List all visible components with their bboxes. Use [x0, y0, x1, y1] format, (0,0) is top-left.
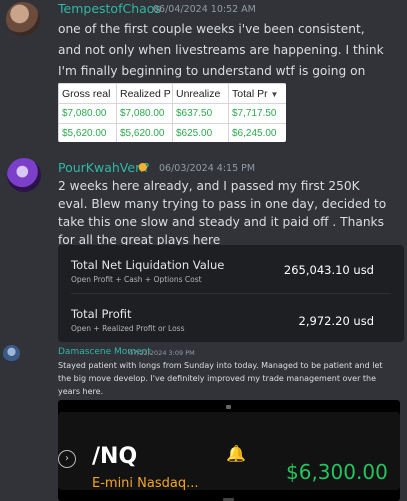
chevron-right-icon: ›	[58, 450, 76, 468]
spreadsheet-screenshot[interactable]: Gross real Realized P Unrealize Total Pr…	[58, 83, 286, 142]
avatar[interactable]	[6, 2, 40, 36]
triangle-down-icon: ▼	[270, 89, 279, 99]
message-line: Stayed patient with longs from Sunday in…	[58, 361, 383, 370]
total-profit-value: 2,972.20 usd	[298, 314, 374, 328]
table-cell: $7,717.50	[228, 103, 286, 124]
message-line: one of the first couple weeks i've been …	[58, 22, 365, 36]
column-header: Unrealize	[172, 83, 229, 104]
message-line: the big move develop. I've definitely im…	[58, 374, 377, 383]
quote-row: /NQ 🔔 E-mini Nasdaq... $6,300.00	[58, 412, 400, 491]
column-header: Gross real	[58, 83, 117, 104]
avatar[interactable]	[7, 158, 41, 192]
table-cell: $7,080.00	[58, 103, 117, 124]
avatar[interactable]	[3, 345, 20, 362]
timestamp: 06/04/2024 10:52 AM	[153, 4, 256, 15]
table-cell: $5,620.00	[116, 123, 173, 142]
table-row: $5,620.00 $5,620.00 $625.00 $6,245.00	[58, 123, 286, 142]
column-header: Realized P	[116, 83, 173, 104]
bell-icon: 🔔	[226, 444, 246, 463]
net-liquidation-subtitle: Open Profit + Cash + Options Cost	[71, 275, 202, 284]
timestamp: 07/22/2024 3:09 PM	[129, 349, 195, 357]
status-indicator	[226, 405, 231, 409]
username[interactable]: TempestofChaos	[58, 1, 161, 16]
column-header-label: Total Pr	[232, 87, 268, 100]
message-text: Stayed patient with longs from Sunday in…	[58, 359, 403, 398]
message-line: years here.	[58, 387, 104, 396]
flame-badge-icon: ●	[138, 160, 148, 173]
table-cell: $6,245.00	[228, 123, 286, 142]
timestamp: 06/03/2024 4:15 PM	[159, 163, 256, 174]
instrument-description: E-mini Nasdaq...	[92, 476, 199, 491]
username[interactable]: PourKwahVen?	[58, 160, 150, 175]
message-line: eval. Blew many trying to pass in one da…	[58, 197, 387, 211]
quote-price: $6,300.00	[286, 460, 388, 484]
net-liquidation-value: 265,043.10 usd	[283, 263, 374, 277]
table-header-row: Gross real Realized P Unrealize Total Pr…	[58, 83, 286, 104]
total-profit-subtitle: Open + Realized Profit or Loss	[71, 324, 185, 333]
table-cell: $7,080.00	[116, 103, 173, 124]
quote-screenshot[interactable]: /NQ 🔔 E-mini Nasdaq... $6,300.00 ›	[58, 400, 400, 501]
table-cell: $5,620.00	[58, 123, 117, 142]
message-text: 2 weeks here already, and I passed my fi…	[58, 177, 403, 249]
message-text: one of the first couple weeks i've been …	[58, 19, 403, 82]
message-line: take this one slow and steady and it pai…	[58, 215, 384, 229]
message-line: and not only when livestreams are happen…	[58, 43, 384, 57]
pnl-table: Gross real Realized P Unrealize Total Pr…	[58, 83, 286, 142]
total-profit-title: Total Profit	[71, 307, 132, 321]
table-cell: $637.50	[172, 103, 229, 124]
message-line: 2 weeks here already, and I passed my fi…	[58, 179, 360, 193]
net-liquidation-title: Total Net Liquidation Value	[71, 258, 225, 272]
message-line: I'm finally beginning to understand wtf …	[58, 64, 366, 78]
ticker-symbol: /NQ	[92, 444, 138, 469]
table-cell: $625.00	[172, 123, 229, 142]
table-row: $7,080.00 $7,080.00 $637.50 $7,717.50	[58, 103, 286, 124]
account-summary-screenshot[interactable]: Total Net Liquidation Value Open Profit …	[58, 245, 404, 342]
divider	[71, 293, 391, 294]
column-header: Total Pr ▼	[228, 83, 286, 104]
